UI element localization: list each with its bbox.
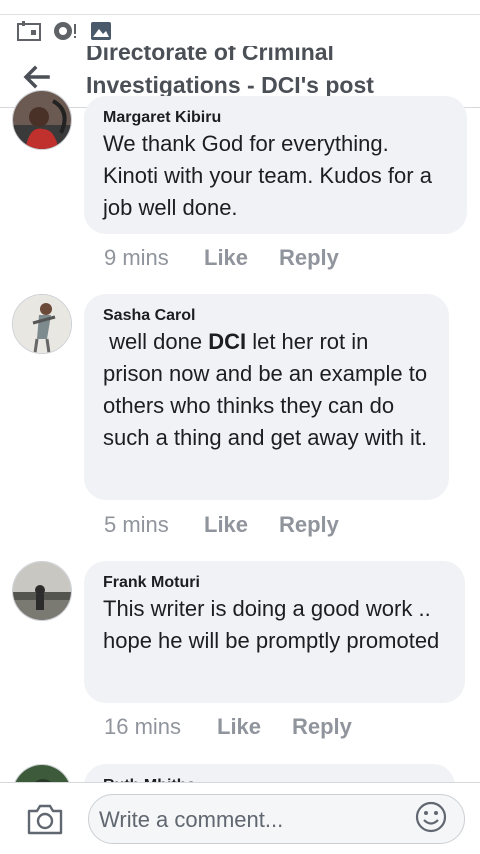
- avatar-image: [13, 295, 71, 353]
- comment-author[interactable]: Sasha Carol: [103, 306, 429, 326]
- reply-button[interactable]: Reply: [279, 512, 339, 538]
- comment-bubble[interactable]: Frank Moturi This writer is doing a good…: [84, 561, 465, 703]
- comment-bubble[interactable]: Sasha Carol well done DCI let her rot in…: [84, 294, 449, 500]
- avatar[interactable]: [12, 561, 72, 621]
- divider: [0, 14, 480, 15]
- page-title-line1: Directorate of Criminal: [86, 46, 334, 65]
- comment-text: We thank God for everything. Kinoti with…: [103, 131, 432, 220]
- reply-button[interactable]: Reply: [292, 714, 352, 740]
- like-button[interactable]: Like: [217, 714, 261, 740]
- calendar-icon: [17, 21, 41, 41]
- camera-icon[interactable]: [26, 802, 64, 836]
- like-button[interactable]: Like: [204, 245, 248, 271]
- avatar-image: [13, 91, 71, 149]
- comment-author[interactable]: Margaret Kibiru: [103, 108, 447, 128]
- messenger-icon: [54, 22, 76, 40]
- comment-text: well done DCI let her rot in prison now …: [103, 326, 429, 454]
- comment-time: 9 mins: [104, 245, 169, 270]
- smiley-icon[interactable]: [414, 800, 448, 834]
- photo-icon: [91, 22, 111, 40]
- comment-author[interactable]: Frank Moturi: [103, 573, 445, 593]
- comment-text-bold: DCI: [208, 329, 247, 354]
- page-title: Directorate of Criminal Investigations -…: [86, 46, 466, 102]
- comment-time: 5 mins: [104, 512, 169, 537]
- avatar[interactable]: [12, 90, 72, 150]
- comment-input-placeholder: Write a comment...: [99, 807, 284, 832]
- comment-input[interactable]: Write a comment...: [88, 794, 465, 844]
- comment-bubble[interactable]: Margaret Kibiru We thank God for everyth…: [84, 96, 467, 234]
- comment-text: This writer is doing a good work .. hope…: [103, 596, 440, 653]
- like-button[interactable]: Like: [204, 512, 248, 538]
- avatar-image: [13, 562, 71, 620]
- comment-composer: Write a comment...: [0, 782, 480, 854]
- comment-time: 16 mins: [104, 714, 182, 739]
- reply-button[interactable]: Reply: [279, 245, 339, 271]
- comment-text-part: well done: [103, 329, 209, 354]
- avatar[interactable]: [12, 294, 72, 354]
